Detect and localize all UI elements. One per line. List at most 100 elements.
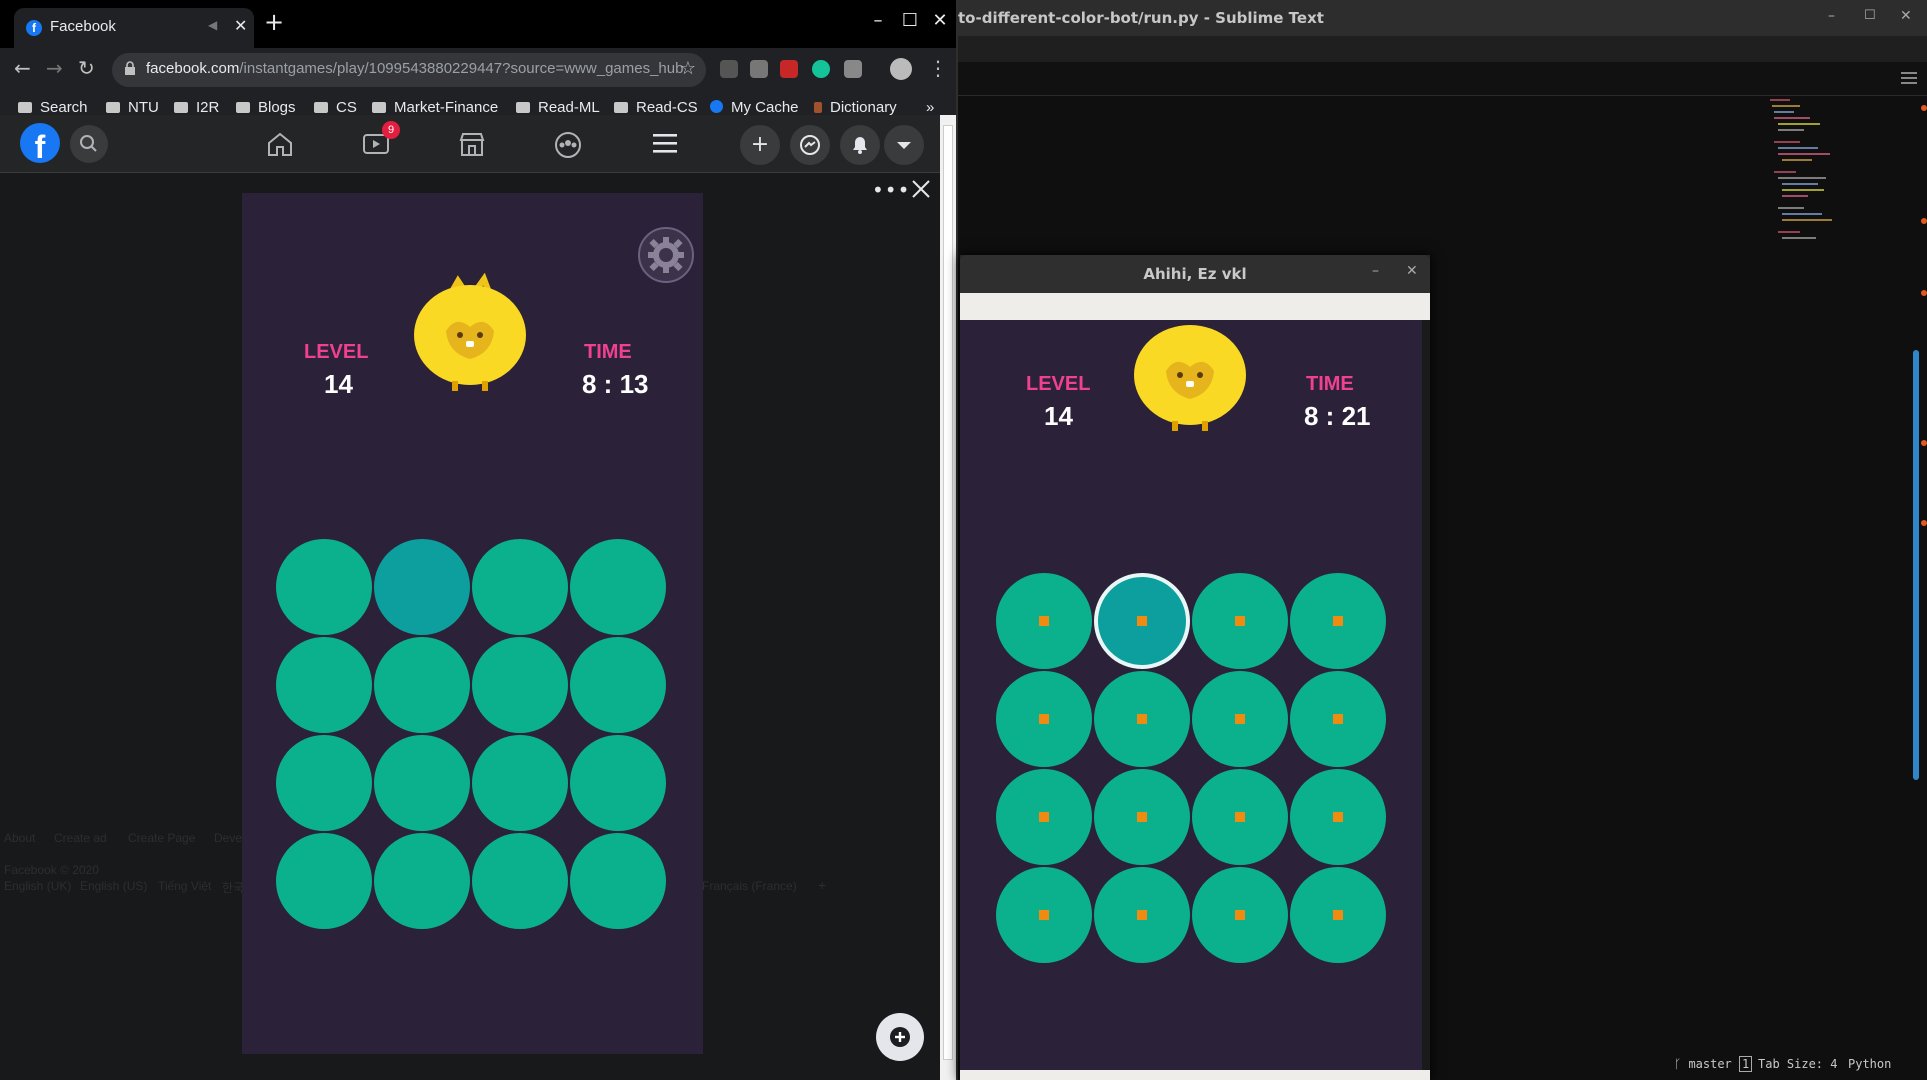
footer-link-about[interactable]: About bbox=[4, 831, 35, 845]
close-tab-icon[interactable]: ✕ bbox=[234, 16, 247, 35]
extension-grammarly-icon[interactable] bbox=[812, 60, 830, 78]
game-canvas[interactable]: LEVEL 14 TIME 8 : 13 bbox=[242, 193, 703, 1054]
game-circle[interactable] bbox=[1094, 769, 1190, 865]
bookmark-blogs[interactable]: Blogs bbox=[236, 99, 296, 116]
git-branch[interactable]: ᚴ master 1 bbox=[1674, 1056, 1753, 1072]
profile-avatar[interactable] bbox=[890, 58, 912, 80]
extension-bulb-icon[interactable] bbox=[844, 60, 862, 78]
syntax-language[interactable]: Python bbox=[1848, 1057, 1891, 1071]
messenger-icon[interactable] bbox=[790, 125, 830, 165]
game-circle[interactable] bbox=[1290, 867, 1386, 963]
account-dropdown-icon[interactable] bbox=[884, 125, 924, 165]
bookmark-cs[interactable]: CS bbox=[314, 99, 357, 116]
create-plus-button[interactable]: + bbox=[740, 125, 780, 165]
bookmark-ntu[interactable]: NTU bbox=[106, 99, 159, 116]
settings-gear-icon[interactable] bbox=[638, 227, 694, 283]
chrome-menu-icon[interactable]: ⋮ bbox=[928, 56, 948, 80]
bookmark-dictionary[interactable]: Dictionary bbox=[814, 99, 897, 116]
game-circle[interactable] bbox=[472, 637, 568, 733]
game-circle[interactable] bbox=[276, 637, 372, 733]
close-game-icon[interactable] bbox=[910, 178, 932, 200]
game-circle[interactable] bbox=[1094, 671, 1190, 767]
odd-color-circle[interactable] bbox=[1094, 573, 1190, 669]
bookmark-star-icon[interactable]: ☆ bbox=[680, 58, 696, 79]
game-circle[interactable] bbox=[374, 637, 470, 733]
game-circle[interactable] bbox=[472, 539, 568, 635]
new-tab-button[interactable]: + bbox=[264, 10, 284, 34]
speaker-icon[interactable]: ◀ bbox=[208, 18, 217, 32]
footer-link-create-ad[interactable]: Create ad bbox=[54, 831, 107, 845]
game-circle[interactable] bbox=[276, 735, 372, 831]
extension-glasses-icon[interactable] bbox=[720, 60, 738, 78]
game-circle[interactable] bbox=[1192, 671, 1288, 767]
game-circle[interactable] bbox=[1094, 867, 1190, 963]
footer-link-developers[interactable]: Deve bbox=[214, 831, 242, 845]
game-circle[interactable] bbox=[472, 735, 568, 831]
game-circle[interactable] bbox=[1192, 769, 1288, 865]
game-circle[interactable] bbox=[1290, 769, 1386, 865]
address-bar[interactable]: facebook.com/instantgames/play/109954388… bbox=[112, 53, 706, 87]
footer-lang-fr[interactable]: Français (France) bbox=[702, 879, 797, 893]
footer-lang-vi[interactable]: Tiếng Việt bbox=[158, 879, 211, 893]
bot-close-icon[interactable]: ✕ bbox=[1406, 263, 1418, 279]
odd-color-circle[interactable] bbox=[374, 539, 470, 635]
footer-link-create-page[interactable]: Create Page bbox=[128, 831, 195, 845]
game-circle[interactable] bbox=[374, 833, 470, 929]
sublime-minimap[interactable] bbox=[1760, 96, 1860, 276]
home-icon[interactable] bbox=[266, 131, 294, 157]
bookmark-market-finance[interactable]: Market-Finance bbox=[372, 99, 498, 116]
bookmark-read-ml[interactable]: Read-ML bbox=[516, 99, 600, 116]
menu-icon[interactable] bbox=[652, 131, 678, 155]
game-circle[interactable] bbox=[1290, 671, 1386, 767]
bot-minimize-icon[interactable]: – bbox=[1372, 263, 1379, 279]
footer-lang-ko[interactable]: 한국 bbox=[222, 879, 244, 896]
page-scrollbar[interactable] bbox=[940, 115, 956, 1080]
reload-icon[interactable]: ↻ bbox=[78, 56, 95, 80]
minimize-icon[interactable]: – bbox=[864, 10, 892, 31]
facebook-logo-icon[interactable]: f bbox=[20, 123, 60, 165]
game-circle[interactable] bbox=[570, 637, 666, 733]
sublime-menu-icon[interactable] bbox=[1901, 72, 1917, 84]
footer-lang-en-uk[interactable]: English (UK) bbox=[4, 879, 71, 893]
footer-lang-en-us[interactable]: English (US) bbox=[80, 879, 147, 893]
notifications-bell-icon[interactable] bbox=[840, 125, 880, 165]
bookmark-i2r[interactable]: I2R bbox=[174, 99, 219, 116]
game-circle[interactable] bbox=[1192, 867, 1288, 963]
sublime-scrollbar[interactable] bbox=[1913, 350, 1919, 780]
game-circle[interactable] bbox=[996, 769, 1092, 865]
game-circle[interactable] bbox=[276, 833, 372, 929]
bookmark-my-cache[interactable]: My Cache bbox=[710, 99, 799, 116]
footer-add-language[interactable]: + bbox=[818, 877, 826, 893]
bookmarks-overflow[interactable]: » bbox=[926, 99, 934, 116]
close-window-icon[interactable]: ✕ bbox=[926, 10, 954, 31]
facebook-search-button[interactable] bbox=[70, 125, 108, 163]
forward-icon[interactable]: → bbox=[46, 56, 63, 80]
game-circle[interactable] bbox=[276, 539, 372, 635]
game-circle[interactable] bbox=[570, 539, 666, 635]
sublime-maximize-icon[interactable]: ☐ bbox=[1864, 8, 1876, 23]
extension-mail-icon[interactable] bbox=[750, 60, 768, 78]
tab-size[interactable]: Tab Size: 4 bbox=[1758, 1057, 1837, 1071]
maximize-icon[interactable]: ☐ bbox=[896, 10, 924, 31]
groups-icon[interactable] bbox=[554, 131, 582, 159]
browser-tab[interactable]: f Facebook ◀ ✕ bbox=[14, 8, 254, 48]
game-circle[interactable] bbox=[570, 735, 666, 831]
extension-adblock-icon[interactable] bbox=[780, 60, 798, 78]
game-circle[interactable] bbox=[1192, 573, 1288, 669]
game-circle[interactable] bbox=[996, 867, 1092, 963]
new-message-button[interactable] bbox=[876, 1013, 924, 1061]
game-circle[interactable] bbox=[570, 833, 666, 929]
game-circle[interactable] bbox=[996, 671, 1092, 767]
sublime-close-icon[interactable]: ✕ bbox=[1900, 8, 1912, 24]
game-circle[interactable] bbox=[374, 735, 470, 831]
bookmark-read-cs[interactable]: Read-CS bbox=[614, 99, 698, 116]
marketplace-icon[interactable] bbox=[458, 131, 486, 157]
back-icon[interactable]: ← bbox=[14, 56, 31, 80]
bookmark-search[interactable]: Search bbox=[18, 99, 88, 116]
game-circle[interactable] bbox=[472, 833, 568, 929]
game-circle[interactable] bbox=[1290, 573, 1386, 669]
game-circle[interactable] bbox=[996, 573, 1092, 669]
scrollbar-thumb[interactable] bbox=[943, 125, 953, 1060]
game-more-options-icon[interactable]: ••• bbox=[872, 178, 910, 202]
sublime-minimize-icon[interactable]: – bbox=[1828, 8, 1835, 24]
